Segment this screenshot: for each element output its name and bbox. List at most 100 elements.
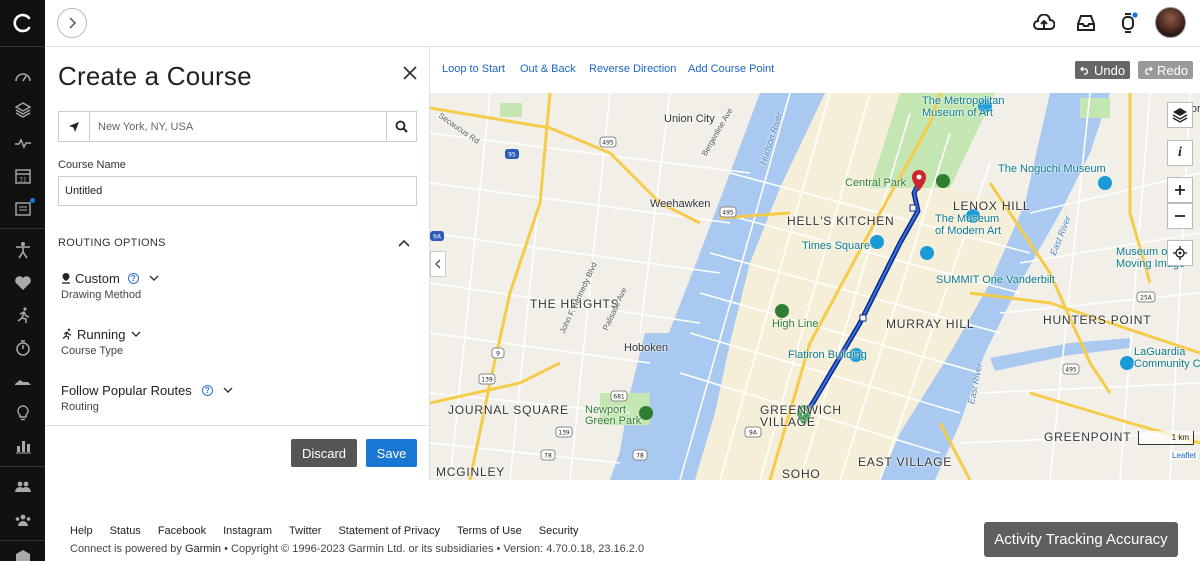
badge-icon[interactable] <box>0 542 45 561</box>
map-label-murray-hill: MURRAY HILL <box>886 317 975 331</box>
save-button[interactable]: Save <box>366 439 417 467</box>
drawing-method-selector[interactable]: Custom ? <box>61 269 159 287</box>
map-info-button[interactable]: i <box>1167 140 1193 166</box>
leaflet-attribution-link[interactable]: Leaflet <box>1170 451 1199 460</box>
course-type-option: Running Course Type <box>61 325 141 357</box>
help-icon[interactable]: ? <box>201 384 213 396</box>
redo-icon <box>1145 66 1153 75</box>
map-label-union-city: Union City <box>664 113 715 125</box>
notification-dot <box>30 198 35 203</box>
groups-icon[interactable] <box>0 505 45 535</box>
zoom-out-button[interactable] <box>1167 203 1193 229</box>
routing-options-header[interactable]: ROUTING OPTIONS <box>58 237 166 249</box>
footer-link-twitter[interactable]: Twitter <box>289 525 321 537</box>
loop-to-start-link[interactable]: Loop to Start <box>442 63 505 75</box>
garmin-link[interactable]: Garmin <box>185 543 221 555</box>
garmin-connect-logo[interactable] <box>0 0 45 46</box>
footer-link-security[interactable]: Security <box>539 525 579 537</box>
map-scale-bar: 1 km <box>1138 431 1194 445</box>
watch-notification-icon[interactable] <box>1115 10 1141 36</box>
redo-button[interactable]: Redo <box>1138 61 1194 79</box>
news-feed-icon[interactable] <box>0 194 45 224</box>
zoom-in-button[interactable] <box>1167 177 1193 203</box>
reverse-direction-link[interactable]: Reverse Direction <box>589 63 676 75</box>
layers-icon[interactable] <box>0 95 45 125</box>
map-label-weehawken: Weehawken <box>650 198 711 210</box>
locate-icon <box>1173 246 1187 260</box>
map-label-east-village: EAST VILLAGE <box>858 455 953 469</box>
add-course-point-link[interactable]: Add Course Point <box>688 63 774 75</box>
calendar-icon[interactable]: 31 <box>0 161 45 191</box>
footer-link-instagram[interactable]: Instagram <box>223 525 272 537</box>
course-name-label: Course Name <box>58 159 126 171</box>
redo-label: Redo <box>1157 62 1189 78</box>
highway-shield: 139 <box>481 377 493 384</box>
challenge-icon[interactable] <box>0 235 45 265</box>
map-label-lenox-hill: LENOX HILL <box>953 199 1031 213</box>
create-course-panel: Create a Course Course Name ROUTING OPTI… <box>45 47 430 480</box>
chevron-up-icon[interactable] <box>397 237 411 249</box>
map-label-greenpoint: GREENPOINT <box>1044 430 1132 444</box>
dashboard-icon[interactable] <box>0 62 45 92</box>
expand-nav-button[interactable] <box>57 8 87 38</box>
locate-me-button[interactable] <box>1167 240 1193 266</box>
collapse-panel-button[interactable] <box>430 251 446 277</box>
routing-selector[interactable]: Follow Popular Routes ? <box>61 381 233 399</box>
highway-shield: 495 <box>602 140 614 147</box>
discard-button[interactable]: Discard <box>291 439 357 467</box>
footer-link-facebook[interactable]: Facebook <box>158 525 206 537</box>
help-icon[interactable]: ? <box>127 272 139 284</box>
map-label-central-park: Central Park <box>845 177 907 189</box>
copyright-text: Connect is powered by Garmin • Copyright… <box>70 543 644 555</box>
page-title: Create a Course <box>58 61 252 91</box>
footer-link-help[interactable]: Help <box>70 525 93 537</box>
footer-link-status[interactable]: Status <box>110 525 141 537</box>
map-label-soho: SOHO <box>782 467 821 480</box>
activity-tracking-accuracy-button[interactable]: Activity Tracking Accuracy <box>984 522 1178 557</box>
out-and-back-link[interactable]: Out & Back <box>520 63 576 75</box>
drawing-method-value: Custom <box>75 270 120 286</box>
powered-by-text: Connect is powered by <box>70 543 182 555</box>
footer-links: Help Status Facebook Instagram Twitter S… <box>70 525 579 537</box>
heart-icon[interactable] <box>0 268 45 298</box>
highway-shield: 9 <box>496 351 500 358</box>
highway-shield: 495 <box>722 210 734 217</box>
rail-divider <box>0 46 45 47</box>
activity-icon[interactable] <box>0 128 45 158</box>
course-name-field[interactable] <box>58 176 417 206</box>
upload-cloud-icon[interactable] <box>1031 10 1057 36</box>
routing-option: Follow Popular Routes ? Routing <box>61 381 233 413</box>
course-map[interactable]: 495 495 95 9A 139 681 78 78 139 9 25A 49… <box>430 93 1200 480</box>
running-icon[interactable] <box>0 300 45 330</box>
highway-shield: 78 <box>636 453 644 460</box>
undo-icon <box>1080 66 1088 75</box>
map-label-greenwich-village: GREENWICH VILLAGE <box>760 403 842 429</box>
map-layers-button[interactable] <box>1167 102 1193 128</box>
map-label-newport-green-park: Newport Green Park <box>585 404 642 427</box>
rail-divider <box>0 540 45 541</box>
stopwatch-icon[interactable] <box>0 333 45 363</box>
page-footer: Help Status Facebook Instagram Twitter S… <box>45 480 1200 561</box>
course-type-value: Running <box>77 326 126 342</box>
use-my-location-button[interactable] <box>59 112 90 141</box>
highway-shield: 25A <box>1140 295 1153 302</box>
lightbulb-icon[interactable] <box>0 398 45 428</box>
footer-link-terms[interactable]: Terms of Use <box>457 525 522 537</box>
highway-shield: 139 <box>558 430 570 437</box>
footer-link-privacy[interactable]: Statement of Privacy <box>338 525 440 537</box>
avatar[interactable] <box>1155 7 1186 38</box>
connections-icon[interactable] <box>0 472 45 502</box>
undo-button[interactable]: Undo <box>1075 61 1131 79</box>
highway-shield: 78 <box>544 453 552 460</box>
search-input[interactable] <box>90 112 386 141</box>
course-type-selector[interactable]: Running <box>61 325 141 343</box>
close-button[interactable] <box>400 63 420 83</box>
shoe-icon[interactable] <box>0 366 45 396</box>
map-label-high-line: High Line <box>772 318 819 330</box>
reports-icon[interactable] <box>0 431 45 461</box>
routing-label: Routing <box>61 401 99 413</box>
inbox-icon[interactable] <box>1073 10 1099 36</box>
rail-divider <box>0 228 45 229</box>
search-button[interactable] <box>386 112 416 141</box>
location-search <box>58 111 417 142</box>
